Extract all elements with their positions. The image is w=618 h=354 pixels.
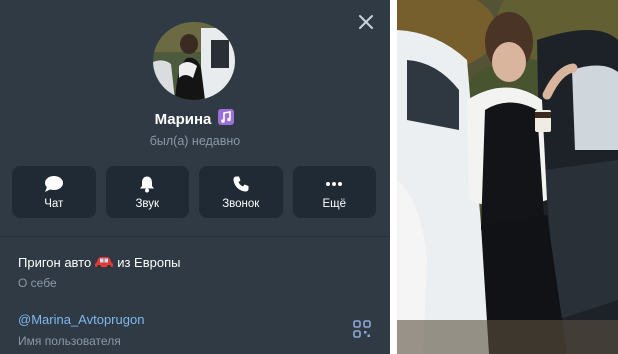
sound-button[interactable]: Звук: [105, 166, 189, 218]
qr-code-icon[interactable]: [353, 320, 371, 338]
chat-button-label: Чат: [44, 197, 64, 210]
username-link[interactable]: @Marina_Avtoprugon: [18, 312, 144, 327]
close-icon[interactable]: [356, 12, 376, 32]
more-button[interactable]: Ещё: [292, 166, 376, 218]
screenshot-root: Марина был(а) недавно Чат Звук Звонок Ещ…: [0, 0, 618, 354]
more-button-label: Ещё: [322, 197, 347, 210]
profile-name: Марина: [154, 111, 212, 128]
about-label: О себе: [18, 276, 57, 290]
more-icon: [326, 181, 343, 186]
sound-button-label: Звук: [135, 197, 160, 210]
avatar[interactable]: [153, 22, 235, 100]
chat-button[interactable]: Чат: [12, 166, 96, 218]
action-buttons: Чат Звук Звонок Ещё: [12, 166, 376, 218]
profile-name-row: Марина: [0, 108, 390, 128]
profile-photo-preview: [397, 0, 618, 354]
music-note-icon: [218, 109, 235, 125]
profile-panel: Марина был(а) недавно Чат Звук Звонок Ещ…: [0, 0, 390, 354]
username-label: Имя пользователя: [18, 334, 121, 348]
about-value: Пригон авто из Европы: [18, 254, 180, 270]
phone-icon: [233, 176, 249, 191]
about-text-end: из Европы: [117, 255, 181, 270]
bell-icon: [140, 176, 155, 192]
about-text-start: Пригон авто: [18, 255, 92, 270]
section-divider: [0, 236, 390, 237]
profile-status: был(а) недавно: [149, 134, 241, 148]
chat-icon: [44, 175, 63, 192]
call-button-label: Звонок: [222, 197, 260, 210]
call-button[interactable]: Звонок: [199, 166, 283, 218]
car-emoji-icon: [95, 257, 114, 269]
